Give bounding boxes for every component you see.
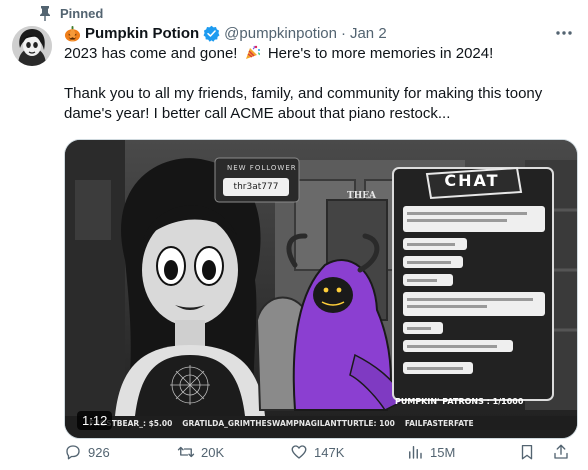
author-handle[interactable]: @pumpkinpotion (224, 25, 337, 42)
author-display-name[interactable]: Pumpkin Potion (85, 25, 199, 42)
share-button[interactable] (552, 443, 570, 461)
action-bar: 926 20K 147K 15M (64, 440, 578, 464)
chat-title: CHAT (444, 171, 500, 190)
tweet-text-line2: Thank you to all my friends, family, and… (64, 85, 543, 122)
tweet-header: Pumpkin Potion @pumpkinpotion · Jan 2 (64, 22, 578, 44)
views-icon (409, 446, 422, 459)
retweet-count: 20K (201, 444, 225, 460)
ticker-item: FAILFASTERFATE (404, 418, 474, 428)
views-button[interactable]: 15M (406, 443, 455, 461)
more-options-icon[interactable] (554, 24, 574, 42)
ticker-item: GRATILDA_GRIMTHESWAMPNAGILANTTURTLE: 100 (182, 418, 395, 428)
patrons-counter: PUMPKIN' PATRONS : 1/1000 (395, 397, 524, 406)
new-follower-name: thr3at777 (223, 178, 289, 196)
bookmark-icon (521, 444, 533, 460)
video-duration: 1:12 (77, 411, 113, 430)
reply-icon (66, 445, 80, 460)
avatar[interactable] (12, 26, 52, 66)
tweet: Pumpkin Potion @pumpkinpotion · Jan 2 20… (64, 22, 578, 439)
pinned-indicator: Pinned (38, 4, 103, 22)
retweet-icon (177, 446, 195, 458)
pinned-label: Pinned (60, 5, 104, 21)
tweet-date[interactable]: Jan 2 (350, 25, 387, 42)
reply-count: 926 (88, 444, 110, 460)
separator: · (340, 24, 346, 42)
pin-icon (40, 6, 50, 21)
reply-button[interactable]: 926 (64, 443, 110, 461)
pumpkin-emoji-icon (64, 25, 81, 42)
donation-ticker: FROSTBEAR_: $5.00 GRATILDA_GRIMTHESWAMPN… (65, 416, 577, 430)
share-icon (554, 444, 568, 459)
like-button[interactable]: 147K (290, 443, 344, 461)
video-player[interactable]: THEA NEW FOLLOWER thr3at777 CHAT PUMPKIN… (64, 139, 578, 439)
like-count: 147K (314, 444, 345, 460)
tweet-text-line1a: 2023 has come and gone! (64, 45, 238, 62)
bookmark-button[interactable] (518, 443, 536, 461)
views-count: 15M (430, 444, 456, 460)
new-follower-label: NEW FOLLOWER (227, 164, 297, 172)
party-popper-icon (245, 45, 260, 59)
verified-badge-icon (203, 25, 220, 42)
tweet-text-line1b: Here's to more memories in 2024! (267, 45, 494, 62)
tweet-text: 2023 has come and gone! Here's to more m… (64, 44, 578, 124)
heart-icon (291, 445, 307, 459)
svg-text:THEA: THEA (347, 191, 377, 201)
retweet-button[interactable]: 20K (177, 443, 224, 461)
